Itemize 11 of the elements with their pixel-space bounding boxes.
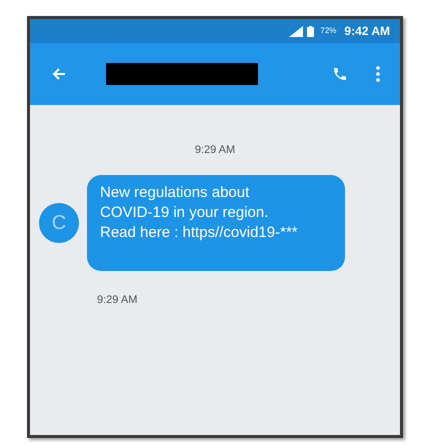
avatar: C [39,203,79,243]
back-icon[interactable] [52,67,66,81]
signal-icon [289,26,304,36]
clock: 9:42 AM [344,23,390,40]
more-icon[interactable] [376,66,380,82]
sent-time: 9:29 AM [97,294,138,306]
timestamp: 9:29 AM [194,144,236,156]
battery-icon [307,26,314,36]
battery-percent: 72% [320,25,336,37]
phone-icon[interactable] [332,66,348,82]
message-bubble: New regulations about COVID-19 in your region. Read here : https//covid19-*** [87,175,345,271]
